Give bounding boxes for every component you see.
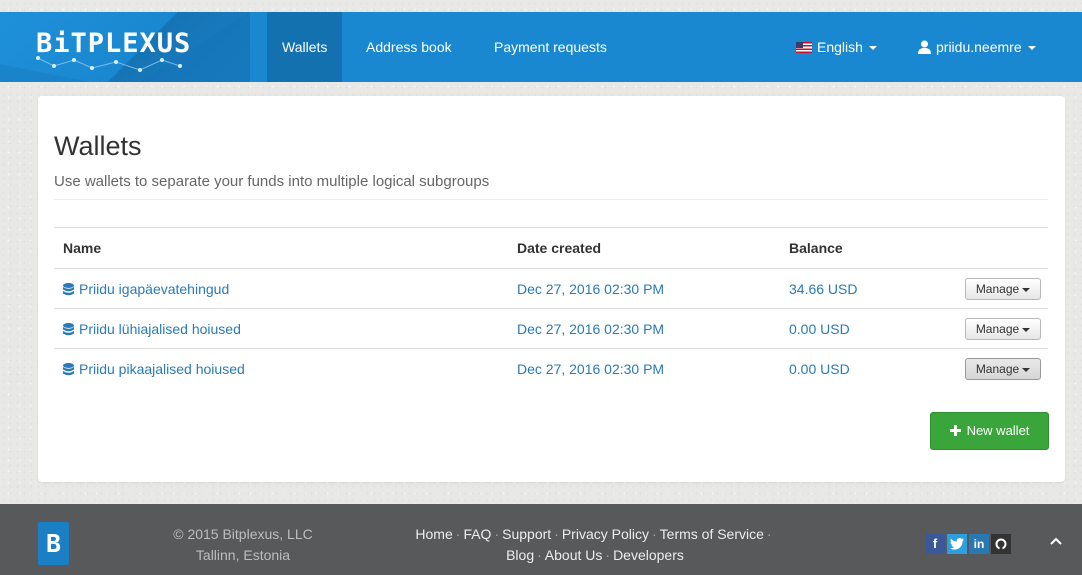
wallet-date-link[interactable]: Dec 27, 2016 02:30 PM	[517, 321, 664, 337]
footer-link-home[interactable]: Home	[415, 526, 452, 542]
nav-wallets-label: Wallets	[282, 39, 328, 55]
new-wallet-button[interactable]: New wallet	[930, 412, 1049, 450]
plus-icon	[949, 425, 961, 436]
database-icon	[63, 323, 74, 336]
user-dropdown[interactable]: priidu.neemre	[903, 12, 1051, 82]
footer-logo[interactable]: B	[38, 522, 69, 565]
twitter-icon[interactable]	[947, 534, 967, 554]
table-header: Name Date created Balance	[54, 228, 1048, 269]
new-wallet-label: New wallet	[966, 423, 1030, 438]
footer-link-privacy[interactable]: Privacy Policy	[562, 526, 649, 542]
location-line: Tallinn, Estonia	[195, 547, 291, 563]
page-subtitle: Use wallets to separate your funds into …	[54, 173, 490, 190]
chevron-down-icon	[1022, 287, 1031, 292]
language-label: English	[817, 39, 863, 55]
wallet-name-link[interactable]: Priidu lühiajalised hoiused	[63, 321, 241, 337]
twitter-bird-glyph	[950, 538, 964, 550]
user-name: priidu.neemre	[936, 39, 1022, 55]
wallet-name: Priidu pikaajalised hoiused	[79, 361, 245, 377]
us-flag-icon	[796, 42, 812, 53]
manage-button-label: Manage	[975, 362, 1020, 376]
manage-button[interactable]: Manage	[965, 278, 1041, 300]
column-header-date: Date created	[517, 240, 602, 256]
footer-link-developers[interactable]: Developers	[613, 547, 684, 563]
wallet-date-link[interactable]: Dec 27, 2016 02:30 PM	[517, 281, 664, 297]
wallets-panel: Wallets Use wallets to separate your fun…	[38, 96, 1065, 482]
brand-network-dots	[36, 56, 182, 72]
github-glyph	[995, 538, 1007, 550]
chevron-down-icon	[1022, 327, 1031, 332]
wallet-balance-link[interactable]: 0.00 USD	[789, 361, 850, 377]
chevron-down-icon	[868, 46, 877, 51]
footer-link-terms[interactable]: Terms of Service	[660, 526, 764, 542]
footer-links-row: Blog · About Us · Developers	[506, 547, 684, 563]
nav-payment-requests-label: Payment requests	[494, 39, 607, 55]
facebook-icon[interactable]: f	[925, 534, 945, 554]
table-row: Priidu igapäevatehingud Dec 27, 2016 02:…	[54, 269, 1048, 309]
linkedin-icon[interactable]: in	[969, 534, 989, 554]
table-row: Priidu pikaajalised hoiused Dec 27, 2016…	[54, 349, 1048, 389]
column-header-name: Name	[63, 240, 102, 256]
footer-link-about[interactable]: About Us	[545, 547, 603, 563]
wallet-date-link[interactable]: Dec 27, 2016 02:30 PM	[517, 361, 664, 377]
wallet-name-link[interactable]: Priidu igapäevatehingud	[63, 281, 229, 297]
github-icon[interactable]	[991, 534, 1011, 554]
wallet-name: Priidu igapäevatehingud	[79, 281, 230, 297]
nav-payment-requests[interactable]: Payment requests	[479, 12, 622, 82]
copyright-line: © 2015 Bitplexus, LLC	[173, 526, 313, 542]
copyright: © 2015 Bitplexus, LLC Tallinn, Estonia	[163, 524, 323, 566]
wallet-name: Priidu lühiajalised hoiused	[79, 321, 241, 337]
database-icon	[63, 363, 74, 376]
footer-links: Home · FAQ · Support · Privacy Policy · Terms of…	[390, 524, 800, 566]
wallets-table: Name Date created Balance Priidu igapäev…	[54, 227, 1048, 389]
divider	[54, 199, 1048, 200]
manage-button[interactable]: Manage	[965, 358, 1041, 380]
page-title: Wallets	[54, 131, 142, 161]
database-icon	[63, 283, 74, 296]
chevron-down-icon	[1027, 46, 1036, 51]
nav-address-book[interactable]: Address book	[351, 12, 467, 82]
brand-wordmark: BiTPLEXUS	[36, 28, 192, 59]
language-dropdown[interactable]: English	[781, 12, 892, 82]
footer-links-row: Home · FAQ · Support · Privacy Policy · Terms of…	[415, 526, 772, 542]
chevron-up-icon[interactable]	[1049, 534, 1063, 548]
top-navbar: BiTPLEXUS Wallets Address book Payment r…	[0, 12, 1082, 82]
column-header-balance: Balance	[789, 240, 843, 256]
nav-wallets[interactable]: Wallets	[267, 12, 343, 82]
manage-button[interactable]: Manage	[965, 318, 1041, 340]
footer-link-blog[interactable]: Blog	[506, 547, 534, 563]
footer-link-faq[interactable]: FAQ	[463, 526, 491, 542]
manage-button-label: Manage	[975, 282, 1020, 296]
user-icon	[918, 40, 931, 54]
wallet-balance-link[interactable]: 34.66 USD	[789, 281, 857, 297]
footer-link-support[interactable]: Support	[502, 526, 551, 542]
wallet-name-link[interactable]: Priidu pikaajalised hoiused	[63, 361, 245, 377]
table-row: Priidu lühiajalised hoiused Dec 27, 2016…	[54, 309, 1048, 349]
brand-logo[interactable]: BiTPLEXUS	[0, 12, 250, 82]
page-footer: B © 2015 Bitplexus, LLC Tallinn, Estonia…	[0, 504, 1082, 575]
chevron-down-icon	[1022, 367, 1031, 372]
wallet-balance-link[interactable]: 0.00 USD	[789, 321, 850, 337]
manage-button-label: Manage	[975, 322, 1020, 336]
nav-address-book-label: Address book	[366, 39, 452, 55]
